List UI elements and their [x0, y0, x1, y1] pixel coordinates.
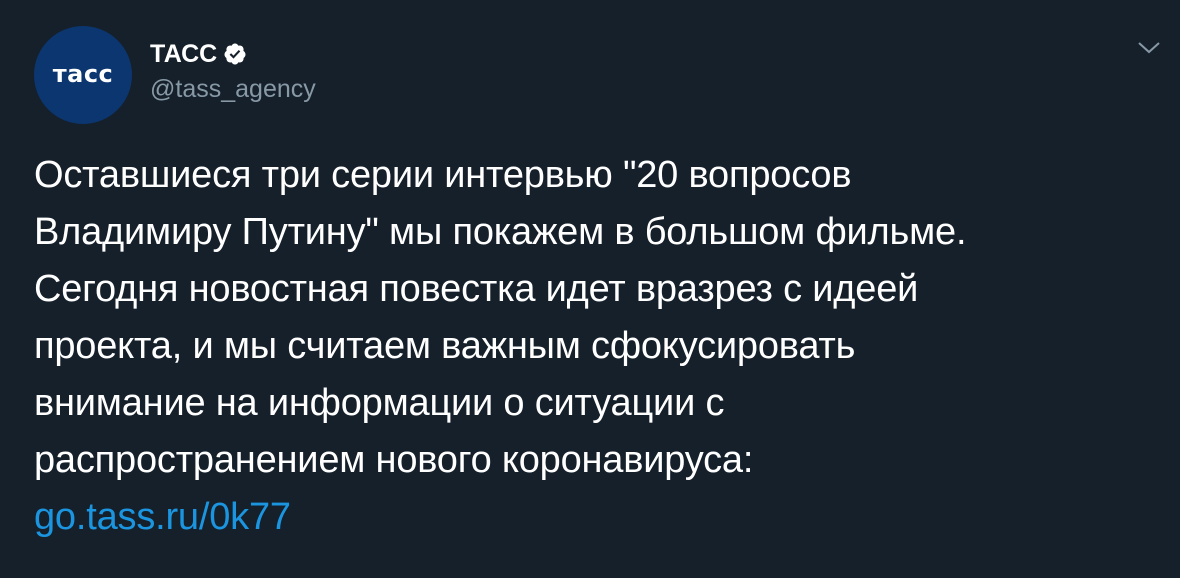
name-row: ТАСС [150, 38, 316, 70]
tweet-card: тасс ТАСС @tass_agency Оставшиеся три се… [0, 0, 1180, 578]
avatar-logo-text: тасс [52, 60, 114, 88]
verified-badge-icon [223, 42, 247, 66]
tweet-header: ТАСС @tass_agency [150, 38, 316, 106]
tweet-body: Оставшиеся три серии интервью "20 вопрос… [34, 147, 1154, 546]
display-name[interactable]: ТАСС [150, 38, 217, 70]
avatar[interactable]: тасс [34, 26, 132, 124]
tweet-link[interactable]: go.tass.ru/0k77 [34, 496, 291, 538]
tweet-text: Оставшиеся три серии интервью "20 вопрос… [34, 154, 967, 481]
user-handle[interactable]: @tass_agency [150, 72, 316, 106]
chevron-down-icon[interactable] [1136, 38, 1162, 58]
